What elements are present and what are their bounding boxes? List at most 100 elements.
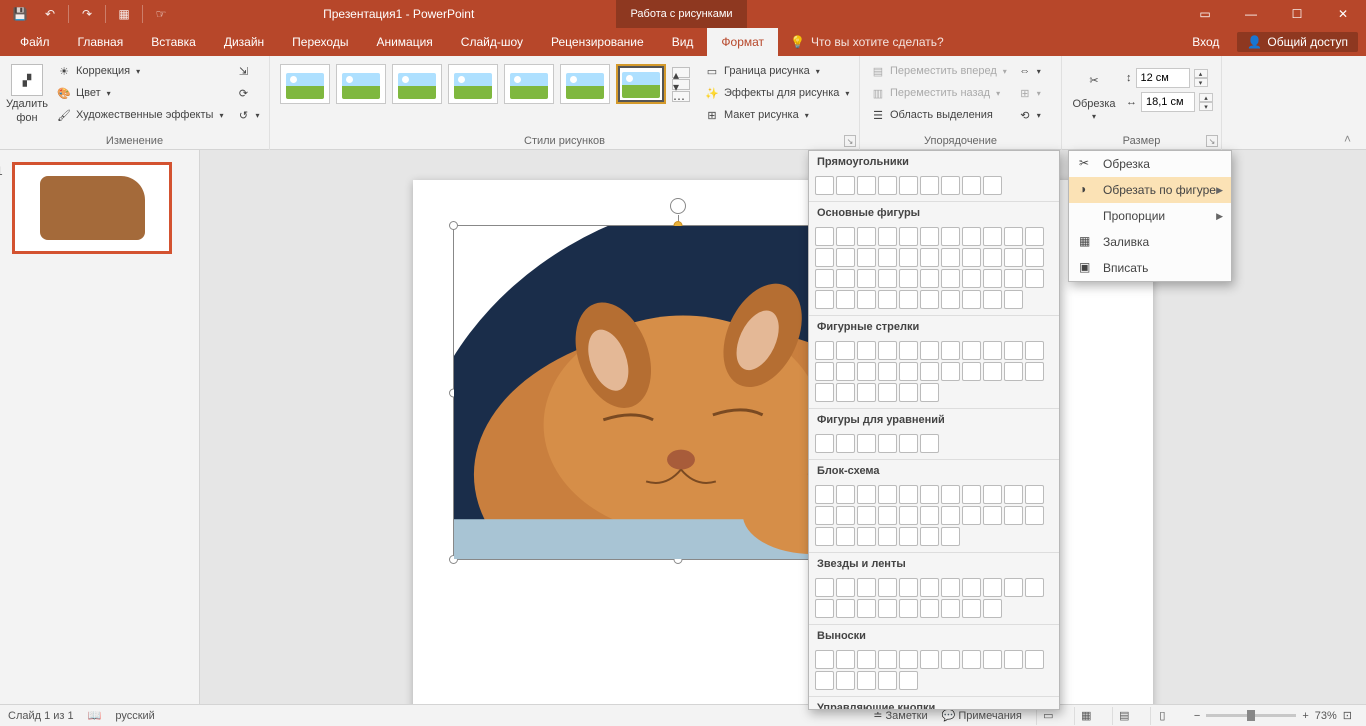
shape-basic-35[interactable] bbox=[857, 290, 876, 309]
shape-equation-2[interactable] bbox=[857, 434, 876, 453]
shape-flowchart-15[interactable] bbox=[899, 506, 918, 525]
shape-callouts-0[interactable] bbox=[815, 650, 834, 669]
height-input[interactable] bbox=[1136, 68, 1190, 88]
shape-flowchart-20[interactable] bbox=[1004, 506, 1023, 525]
save-button[interactable]: 💾 bbox=[6, 2, 34, 26]
shape-rect-3[interactable] bbox=[878, 176, 897, 195]
tab-transitions[interactable]: Переходы bbox=[278, 28, 362, 56]
style-thumb-1[interactable] bbox=[280, 64, 330, 104]
corrections-button[interactable]: ☀Коррекция▾ bbox=[52, 60, 227, 82]
shape-arrows-26[interactable] bbox=[899, 383, 918, 402]
shape-flowchart-28[interactable] bbox=[941, 527, 960, 546]
compress-pictures-button[interactable]: ⇲ bbox=[231, 60, 263, 82]
zoom-level[interactable]: 73% bbox=[1315, 710, 1337, 722]
shape-basic-31[interactable] bbox=[1004, 269, 1023, 288]
shape-flowchart-12[interactable] bbox=[836, 506, 855, 525]
shape-stars-12[interactable] bbox=[836, 599, 855, 618]
shape-rect-7[interactable] bbox=[962, 176, 981, 195]
shape-basic-33[interactable] bbox=[815, 290, 834, 309]
tab-file[interactable]: Файл bbox=[6, 28, 64, 56]
reading-view-button[interactable]: ▤ bbox=[1112, 707, 1136, 725]
shape-flowchart-17[interactable] bbox=[941, 506, 960, 525]
shape-basic-21[interactable] bbox=[1025, 248, 1044, 267]
shape-basic-19[interactable] bbox=[983, 248, 1002, 267]
crop-button[interactable]: ✂ Обрезка ▾ bbox=[1068, 60, 1120, 121]
selection-pane-button[interactable]: ☰Область выделения bbox=[866, 104, 1011, 126]
notes-button[interactable]: ≐ Заметки bbox=[873, 709, 927, 722]
shape-equation-1[interactable] bbox=[836, 434, 855, 453]
shape-arrows-11[interactable] bbox=[815, 362, 834, 381]
shape-rect-1[interactable] bbox=[836, 176, 855, 195]
maximize-button[interactable]: ☐ bbox=[1274, 0, 1320, 28]
fit-to-window-button[interactable]: ⊡ bbox=[1343, 709, 1352, 722]
picture-border-button[interactable]: ▭Граница рисунка▾ bbox=[700, 60, 853, 82]
shape-flowchart-11[interactable] bbox=[815, 506, 834, 525]
styles-dialog-launcher[interactable]: ↘ bbox=[844, 135, 856, 147]
shape-stars-9[interactable] bbox=[1004, 578, 1023, 597]
crop-menu-to-shape[interactable]: ◑Обрезать по фигуре▶ bbox=[1069, 177, 1231, 203]
shape-basic-7[interactable] bbox=[962, 227, 981, 246]
undo-button[interactable]: ↶ bbox=[36, 2, 64, 26]
shape-basic-3[interactable] bbox=[878, 227, 897, 246]
comments-button[interactable]: 💬 Примечания bbox=[942, 709, 1022, 722]
shape-arrows-16[interactable] bbox=[920, 362, 939, 381]
shape-basic-34[interactable] bbox=[836, 290, 855, 309]
shape-basic-15[interactable] bbox=[899, 248, 918, 267]
collapse-ribbon-button[interactable]: ˄ bbox=[1344, 132, 1360, 148]
tab-slideshow[interactable]: Слайд-шоу bbox=[447, 28, 537, 56]
shape-flowchart-13[interactable] bbox=[857, 506, 876, 525]
shape-stars-7[interactable] bbox=[962, 578, 981, 597]
shape-basic-41[interactable] bbox=[983, 290, 1002, 309]
shape-callouts-7[interactable] bbox=[962, 650, 981, 669]
shape-callouts-9[interactable] bbox=[1004, 650, 1023, 669]
shape-basic-14[interactable] bbox=[878, 248, 897, 267]
width-input[interactable] bbox=[1141, 92, 1195, 112]
shape-basic-30[interactable] bbox=[983, 269, 1002, 288]
shape-callouts-4[interactable] bbox=[899, 650, 918, 669]
shape-basic-12[interactable] bbox=[836, 248, 855, 267]
shape-callouts-5[interactable] bbox=[920, 650, 939, 669]
shape-arrows-8[interactable] bbox=[983, 341, 1002, 360]
shape-callouts-13[interactable] bbox=[857, 671, 876, 690]
shape-stars-3[interactable] bbox=[878, 578, 897, 597]
shape-flowchart-19[interactable] bbox=[983, 506, 1002, 525]
tab-home[interactable]: Главная bbox=[64, 28, 138, 56]
bring-forward-button[interactable]: ▤Переместить вперед▾ bbox=[866, 60, 1011, 82]
shape-flowchart-3[interactable] bbox=[878, 485, 897, 504]
shape-arrows-1[interactable] bbox=[836, 341, 855, 360]
tab-design[interactable]: Дизайн bbox=[210, 28, 278, 56]
shape-basic-24[interactable] bbox=[857, 269, 876, 288]
shape-flowchart-23[interactable] bbox=[836, 527, 855, 546]
shape-stars-5[interactable] bbox=[920, 578, 939, 597]
shape-rect-4[interactable] bbox=[899, 176, 918, 195]
shape-basic-39[interactable] bbox=[941, 290, 960, 309]
shape-stars-1[interactable] bbox=[836, 578, 855, 597]
shape-stars-0[interactable] bbox=[815, 578, 834, 597]
shape-basic-17[interactable] bbox=[941, 248, 960, 267]
shape-basic-27[interactable] bbox=[920, 269, 939, 288]
shape-arrows-27[interactable] bbox=[920, 383, 939, 402]
picture-styles-gallery[interactable]: ▴▾⋯ bbox=[276, 60, 694, 108]
shape-basic-6[interactable] bbox=[941, 227, 960, 246]
remove-background-button[interactable]: ▞ Удалить фон bbox=[6, 60, 48, 124]
shape-rect-5[interactable] bbox=[920, 176, 939, 195]
shape-flowchart-5[interactable] bbox=[920, 485, 939, 504]
shape-stars-11[interactable] bbox=[815, 599, 834, 618]
reset-picture-button[interactable]: ↺▾ bbox=[231, 104, 263, 126]
shape-basic-40[interactable] bbox=[962, 290, 981, 309]
tab-review[interactable]: Рецензирование bbox=[537, 28, 658, 56]
shape-flowchart-25[interactable] bbox=[878, 527, 897, 546]
shape-arrows-18[interactable] bbox=[962, 362, 981, 381]
shape-arrows-12[interactable] bbox=[836, 362, 855, 381]
tab-animations[interactable]: Анимация bbox=[362, 28, 446, 56]
minimize-button[interactable]: — bbox=[1228, 0, 1274, 28]
slide-thumbnail-1[interactable] bbox=[12, 162, 172, 254]
shape-arrows-24[interactable] bbox=[857, 383, 876, 402]
shape-basic-8[interactable] bbox=[983, 227, 1002, 246]
style-thumb-3[interactable] bbox=[392, 64, 442, 104]
shape-arrows-0[interactable] bbox=[815, 341, 834, 360]
shape-flowchart-10[interactable] bbox=[1025, 485, 1044, 504]
crop-menu-fit[interactable]: ▣Вписать bbox=[1069, 255, 1231, 281]
crop-menu-crop[interactable]: ✂Обрезка bbox=[1069, 151, 1231, 177]
resize-handle-tl[interactable] bbox=[449, 221, 458, 230]
